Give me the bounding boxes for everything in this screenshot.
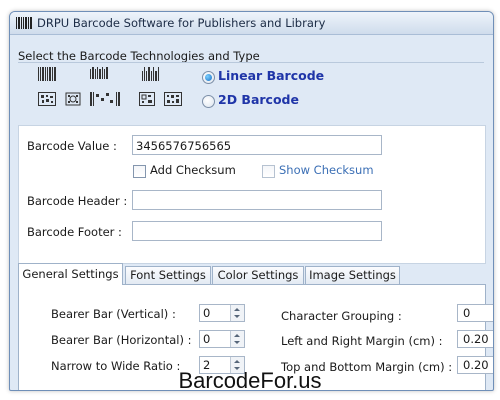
2d-barcode-label[interactable]: 2D Barcode [218,92,299,107]
barcode-value-label: Barcode Value : [27,139,117,153]
watermark-text: BarcodeFor.us [178,368,322,393]
spin-down-icon[interactable] [234,341,240,344]
2d-barcode-icon-2 [65,92,81,106]
spin-down-icon[interactable] [234,315,240,318]
character-grouping-value: 0 [463,306,471,320]
spin-up-icon[interactable] [234,360,240,363]
2d-barcode-icon-1 [38,92,56,106]
left-right-margin-label: Left and Right Margin (cm) : [281,334,443,348]
bearer-horizontal-value: 0 [203,332,211,346]
linear-barcode-icon-2 [90,67,108,79]
bearer-vertical-spinner[interactable]: 0 [199,304,245,322]
2d-barcode-icon-3 [90,92,120,106]
settings-tabs: General Settings Font Settings Color Set… [18,263,484,285]
radio-selected-dot [205,74,212,81]
technology-section-label: Select the Barcode Technologies and Type [18,49,260,63]
barcode-header-label: Barcode Header : [27,194,128,208]
spin-up-icon[interactable] [234,308,240,311]
bearer-horizontal-spinner[interactable]: 0 [199,330,245,348]
barcode-value-input[interactable]: 3456576756565 [132,135,382,155]
linear-barcode-radio[interactable] [202,71,215,84]
linear-barcode-icon-1 [38,67,56,81]
show-checksum-label[interactable]: Show Checksum [279,163,374,177]
show-checksum-checkbox[interactable] [262,165,275,178]
linear-barcode-label[interactable]: Linear Barcode [218,68,324,83]
tab-general-settings[interactable]: General Settings [18,263,123,285]
title-bar: DRPU Barcode Software for Publishers and… [10,12,493,35]
spin-up-icon[interactable] [234,334,240,337]
window-title: DRPU Barcode Software for Publishers and… [37,16,326,30]
character-grouping-spinner[interactable]: 0 [457,304,493,322]
spinner-arrows[interactable] [230,305,244,321]
add-checksum-checkbox[interactable] [133,165,146,178]
barcode-fields-panel: Barcode Value : 3456576756565 Add Checks… [18,125,486,264]
linear-barcode-icon-3 [142,67,159,81]
left-right-margin-spinner[interactable]: 0.20 [457,330,493,348]
tab-font-settings[interactable]: Font Settings [125,266,211,284]
barcode-footer-input[interactable] [132,221,382,241]
bearer-vertical-value: 0 [203,306,211,320]
app-window: DRPU Barcode Software for Publishers and… [9,11,494,391]
2d-barcode-icon-5 [164,92,182,106]
bearer-horizontal-label: Bearer Bar (Horizontal) : [51,333,192,347]
tab-image-settings[interactable]: Image Settings [305,266,400,284]
section-divider [18,62,484,63]
bearer-vertical-label: Bearer Bar (Vertical) : [51,307,176,321]
character-grouping-label: Character Grouping : [281,309,402,323]
barcode-footer-label: Barcode Footer : [27,225,122,239]
barcode-header-input[interactable] [132,190,382,210]
2d-barcode-icon-4 [139,92,155,106]
spinner-arrows[interactable] [230,331,244,347]
add-checksum-label[interactable]: Add Checksum [150,163,236,177]
2d-barcode-radio[interactable] [202,95,215,108]
left-right-margin-value: 0.20 [463,332,489,346]
barcode-app-icon [16,17,32,29]
tab-color-settings[interactable]: Color Settings [212,266,304,284]
